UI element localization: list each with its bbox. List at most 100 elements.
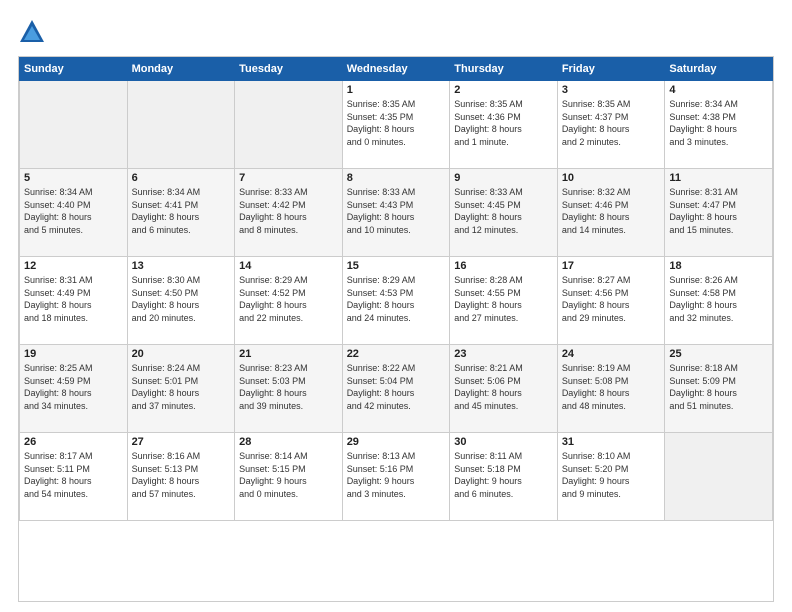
day-info: Sunrise: 8:34 AM Sunset: 4:40 PM Dayligh… xyxy=(24,186,123,236)
calendar-cell: 6 Sunrise: 8:34 AM Sunset: 4:41 PM Daylig… xyxy=(127,169,235,257)
day-number: 27 xyxy=(132,436,231,448)
day-number: 9 xyxy=(454,172,553,184)
calendar-cell: 14 Sunrise: 8:29 AM Sunset: 4:52 PM Dayli… xyxy=(235,257,343,345)
day-number: 19 xyxy=(24,348,123,360)
calendar-cell: 26Sunrise: 8:17 AM Sunset: 5:11 PM Dayli… xyxy=(20,433,128,521)
day-number: 2 xyxy=(454,84,553,96)
calendar-cell: 29 Sunrise: 8:13 AM Sunset: 5:16 PM Dayli… xyxy=(342,433,450,521)
day-info: Sunrise: 8:34 AM Sunset: 4:41 PM Dayligh… xyxy=(132,186,231,236)
day-info: Sunrise: 8:22 AM Sunset: 5:04 PM Dayligh… xyxy=(347,362,446,412)
day-info: Sunrise: 8:21 AM Sunset: 5:06 PM Dayligh… xyxy=(454,362,553,412)
day-number: 11 xyxy=(669,172,768,184)
calendar-body: 1 Sunrise: 8:35 AM Sunset: 4:35 PM Daylig… xyxy=(20,81,773,521)
day-info: Sunrise: 8:26 AM Sunset: 4:58 PM Dayligh… xyxy=(669,274,768,324)
day-info: Sunrise: 8:33 AM Sunset: 4:43 PM Dayligh… xyxy=(347,186,446,236)
day-info: Sunrise: 8:23 AM Sunset: 5:03 PM Dayligh… xyxy=(239,362,338,412)
calendar-cell: 22 Sunrise: 8:22 AM Sunset: 5:04 PM Dayli… xyxy=(342,345,450,433)
calendar-cell: 31 Sunrise: 8:10 AM Sunset: 5:20 PM Dayli… xyxy=(557,433,665,521)
day-number: 13 xyxy=(132,260,231,272)
day-number: 26 xyxy=(24,436,123,448)
day-number: 24 xyxy=(562,348,661,360)
calendar-cell: 16Sunrise: 8:28 AM Sunset: 4:55 PM Dayli… xyxy=(450,257,558,345)
day-number: 15 xyxy=(347,260,446,272)
day-number: 18 xyxy=(669,260,768,272)
day-number: 6 xyxy=(132,172,231,184)
calendar: SundayMondayTuesdayWednesdayThursdayFrid… xyxy=(18,56,774,602)
day-info: Sunrise: 8:35 AM Sunset: 4:35 PM Dayligh… xyxy=(347,98,446,148)
day-number: 10 xyxy=(562,172,661,184)
day-info: Sunrise: 8:27 AM Sunset: 4:56 PM Dayligh… xyxy=(562,274,661,324)
weekday-header-saturday: Saturday xyxy=(665,58,773,81)
calendar-cell: 17 Sunrise: 8:27 AM Sunset: 4:56 PM Dayli… xyxy=(557,257,665,345)
day-info: Sunrise: 8:10 AM Sunset: 5:20 PM Dayligh… xyxy=(562,450,661,500)
calendar-cell: 11 Sunrise: 8:31 AM Sunset: 4:47 PM Dayli… xyxy=(665,169,773,257)
day-number: 16 xyxy=(454,260,553,272)
weekday-header-monday: Monday xyxy=(127,58,235,81)
calendar-cell: 10 Sunrise: 8:32 AM Sunset: 4:46 PM Dayli… xyxy=(557,169,665,257)
calendar-cell: 25Sunrise: 8:18 AM Sunset: 5:09 PM Dayli… xyxy=(665,345,773,433)
calendar-week-3: 12 Sunrise: 8:31 AM Sunset: 4:49 PM Dayli… xyxy=(20,257,773,345)
calendar-week-5: 26Sunrise: 8:17 AM Sunset: 5:11 PM Dayli… xyxy=(20,433,773,521)
day-info: Sunrise: 8:13 AM Sunset: 5:16 PM Dayligh… xyxy=(347,450,446,500)
day-info: Sunrise: 8:29 AM Sunset: 4:53 PM Dayligh… xyxy=(347,274,446,324)
day-number: 4 xyxy=(669,84,768,96)
calendar-cell: 24Sunrise: 8:19 AM Sunset: 5:08 PM Dayli… xyxy=(557,345,665,433)
day-number: 1 xyxy=(347,84,446,96)
calendar-cell: 4 Sunrise: 8:34 AM Sunset: 4:38 PM Daylig… xyxy=(665,81,773,169)
day-info: Sunrise: 8:16 AM Sunset: 5:13 PM Dayligh… xyxy=(132,450,231,500)
calendar-header: SundayMondayTuesdayWednesdayThursdayFrid… xyxy=(20,58,773,81)
weekday-header-tuesday: Tuesday xyxy=(235,58,343,81)
calendar-cell: 15 Sunrise: 8:29 AM Sunset: 4:53 PM Dayli… xyxy=(342,257,450,345)
calendar-cell: 9 Sunrise: 8:33 AM Sunset: 4:45 PM Daylig… xyxy=(450,169,558,257)
weekday-header-sunday: Sunday xyxy=(20,58,128,81)
day-number: 30 xyxy=(454,436,553,448)
day-number: 29 xyxy=(347,436,446,448)
day-number: 22 xyxy=(347,348,446,360)
day-info: Sunrise: 8:29 AM Sunset: 4:52 PM Dayligh… xyxy=(239,274,338,324)
calendar-week-1: 1 Sunrise: 8:35 AM Sunset: 4:35 PM Daylig… xyxy=(20,81,773,169)
calendar-week-2: 5 Sunrise: 8:34 AM Sunset: 4:40 PM Daylig… xyxy=(20,169,773,257)
day-info: Sunrise: 8:31 AM Sunset: 4:47 PM Dayligh… xyxy=(669,186,768,236)
day-info: Sunrise: 8:14 AM Sunset: 5:15 PM Dayligh… xyxy=(239,450,338,500)
day-info: Sunrise: 8:30 AM Sunset: 4:50 PM Dayligh… xyxy=(132,274,231,324)
calendar-cell: 18 Sunrise: 8:26 AM Sunset: 4:58 PM Dayli… xyxy=(665,257,773,345)
day-info: Sunrise: 8:33 AM Sunset: 4:42 PM Dayligh… xyxy=(239,186,338,236)
day-number: 8 xyxy=(347,172,446,184)
weekday-row: SundayMondayTuesdayWednesdayThursdayFrid… xyxy=(20,58,773,81)
day-number: 28 xyxy=(239,436,338,448)
day-number: 31 xyxy=(562,436,661,448)
calendar-cell: 8 Sunrise: 8:33 AM Sunset: 4:43 PM Daylig… xyxy=(342,169,450,257)
page-header xyxy=(18,18,774,46)
day-number: 25 xyxy=(669,348,768,360)
calendar-cell: 30Sunrise: 8:11 AM Sunset: 5:18 PM Dayli… xyxy=(450,433,558,521)
day-number: 5 xyxy=(24,172,123,184)
day-info: Sunrise: 8:33 AM Sunset: 4:45 PM Dayligh… xyxy=(454,186,553,236)
day-number: 12 xyxy=(24,260,123,272)
day-number: 17 xyxy=(562,260,661,272)
calendar-cell: 21Sunrise: 8:23 AM Sunset: 5:03 PM Dayli… xyxy=(235,345,343,433)
calendar-table: SundayMondayTuesdayWednesdayThursdayFrid… xyxy=(19,57,773,521)
day-number: 3 xyxy=(562,84,661,96)
calendar-cell: 7 Sunrise: 8:33 AM Sunset: 4:42 PM Daylig… xyxy=(235,169,343,257)
day-number: 7 xyxy=(239,172,338,184)
calendar-week-4: 19Sunrise: 8:25 AM Sunset: 4:59 PM Dayli… xyxy=(20,345,773,433)
calendar-cell: 12 Sunrise: 8:31 AM Sunset: 4:49 PM Dayli… xyxy=(20,257,128,345)
day-number: 14 xyxy=(239,260,338,272)
weekday-header-friday: Friday xyxy=(557,58,665,81)
calendar-cell: 2 Sunrise: 8:35 AM Sunset: 4:36 PM Daylig… xyxy=(450,81,558,169)
day-info: Sunrise: 8:34 AM Sunset: 4:38 PM Dayligh… xyxy=(669,98,768,148)
calendar-cell: 27 Sunrise: 8:16 AM Sunset: 5:13 PM Dayli… xyxy=(127,433,235,521)
calendar-cell: 3 Sunrise: 8:35 AM Sunset: 4:37 PM Daylig… xyxy=(557,81,665,169)
calendar-cell xyxy=(127,81,235,169)
calendar-cell xyxy=(235,81,343,169)
day-info: Sunrise: 8:24 AM Sunset: 5:01 PM Dayligh… xyxy=(132,362,231,412)
day-info: Sunrise: 8:31 AM Sunset: 4:49 PM Dayligh… xyxy=(24,274,123,324)
day-number: 20 xyxy=(132,348,231,360)
day-info: Sunrise: 8:35 AM Sunset: 4:36 PM Dayligh… xyxy=(454,98,553,148)
calendar-cell: 13 Sunrise: 8:30 AM Sunset: 4:50 PM Dayli… xyxy=(127,257,235,345)
calendar-cell: 20 Sunrise: 8:24 AM Sunset: 5:01 PM Dayli… xyxy=(127,345,235,433)
day-info: Sunrise: 8:35 AM Sunset: 4:37 PM Dayligh… xyxy=(562,98,661,148)
day-info: Sunrise: 8:32 AM Sunset: 4:46 PM Dayligh… xyxy=(562,186,661,236)
calendar-cell: 28 Sunrise: 8:14 AM Sunset: 5:15 PM Dayli… xyxy=(235,433,343,521)
calendar-cell: 1 Sunrise: 8:35 AM Sunset: 4:35 PM Daylig… xyxy=(342,81,450,169)
